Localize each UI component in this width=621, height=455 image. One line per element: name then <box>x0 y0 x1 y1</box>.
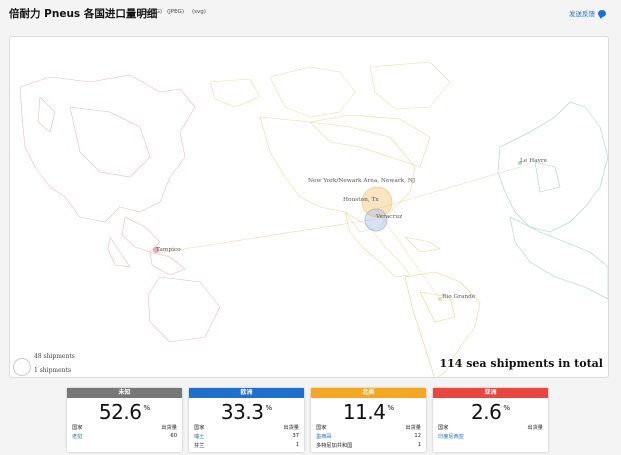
legend-small-label: 1 shipments <box>34 367 72 374</box>
region-card-header: 亚洲 <box>433 388 548 398</box>
port-label-le-havre: Le Havre <box>520 158 548 164</box>
arctic-outline <box>209 61 451 118</box>
region-percent: 11.4% <box>342 400 395 424</box>
country-finland: 芬兰 <box>194 443 205 449</box>
region-card-asia: 亚洲 2.6% 国家 出货量 印度尼西亚 <box>433 388 548 452</box>
port-label-rio-grande: Rio Grande <box>442 294 476 300</box>
port-label-veracruz: Veracruz <box>376 214 403 220</box>
region-card-north-america: 北美 11.4% 国家 出货量 墨西哥 12 多特尼加共和国 1 <box>311 388 426 452</box>
region-card-header: 北美 <box>311 388 426 398</box>
country-dominican-republic: 多特尼加共和国 <box>316 443 353 449</box>
country-link-indonesia[interactable]: 印度尼西亚 <box>438 433 464 440</box>
europe-outline <box>497 101 608 300</box>
total-shipments-label: 114 sea shipments in total <box>439 357 603 370</box>
region-card-europe: 欧洲 33.3% 国家 出货量 瑞士 37 芬兰 1 <box>189 388 304 452</box>
region-columns: 国家 出货量 <box>316 425 421 431</box>
chat-bubble-icon <box>598 9 606 19</box>
page-title: 倍耐力 Pneus 各国进口量明细 <box>9 8 158 20</box>
feedback-button[interactable]: 发送反馈 <box>569 8 606 19</box>
port-label-tampico: Tampico <box>156 247 181 253</box>
port-bubble-veracruz <box>364 208 388 232</box>
download-jpeg-link[interactable]: (JPEG) <box>167 9 184 15</box>
region-row: 芬兰 1 <box>194 442 299 449</box>
region-card-header: 未知 <box>67 388 182 398</box>
port-label-houston: Houston, Tx <box>343 197 379 203</box>
download-svg-link[interactable]: (svg) <box>192 9 206 15</box>
download-png-link[interactable]: (PNG) <box>146 9 162 15</box>
country-link-laos[interactable]: 老挝 <box>72 433 82 440</box>
region-card-unknown: 未知 52.6% 国家 出货量 老挝 60 <box>67 388 182 452</box>
port-label-new-york: New York/Newark Area, Newark, NJ <box>308 178 416 184</box>
region-row: 墨西哥 12 <box>316 433 421 440</box>
region-card-header: 欧洲 <box>189 388 304 398</box>
asia-outline <box>19 74 221 343</box>
legend-large-label: 48 shipments <box>34 353 75 360</box>
region-row: 老挝 60 <box>72 433 177 440</box>
legend-large-circle <box>13 358 31 376</box>
region-percent: 2.6% <box>471 400 510 424</box>
country-link-mexico[interactable]: 墨西哥 <box>316 433 332 440</box>
header-bar: 倍耐力 Pneus 各国进口量明细 (PNG) (JPEG) (svg) 发送反… <box>0 0 621 28</box>
country-link-switzerland[interactable]: 瑞士 <box>194 433 204 440</box>
region-columns: 国家 出货量 <box>72 425 177 431</box>
feedback-label: 发送反馈 <box>569 10 595 18</box>
region-percent: 52.6% <box>98 400 151 424</box>
shipping-routes <box>157 166 521 300</box>
north-america-outline <box>259 114 441 278</box>
region-row: 瑞士 37 <box>194 433 299 440</box>
shipment-map[interactable]: New York/Newark Area, Newark, NJ Houston… <box>9 36 609 378</box>
region-columns: 国家 出货量 <box>438 425 543 431</box>
region-percent: 33.3% <box>220 400 273 424</box>
world-map-svg <box>19 61 608 377</box>
region-row: 印度尼西亚 <box>433 433 548 440</box>
region-columns: 国家 出货量 <box>194 425 299 431</box>
region-row: 多特尼加共和国 1 <box>316 442 421 449</box>
region-cards: 未知 52.6% 国家 出货量 老挝 60 欧洲 33.3% 国家 出货量 瑞士 37 … <box>67 388 567 452</box>
